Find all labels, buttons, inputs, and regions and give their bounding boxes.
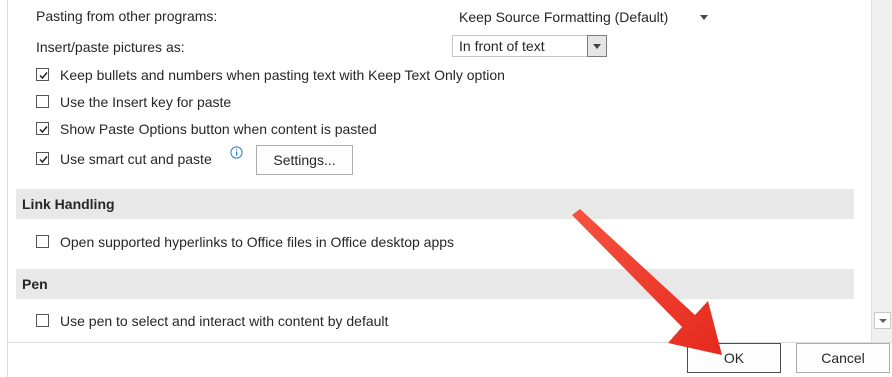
use-pen-checkbox[interactable]: [36, 314, 49, 327]
chevron-down-icon[interactable]: [694, 7, 714, 27]
pasting-from-label: Pasting from other programs:: [36, 8, 218, 24]
pasting-from-value: Keep Source Formatting (Default): [459, 9, 669, 25]
smart-cut-paste-label: Use smart cut and paste: [60, 151, 212, 167]
open-hyperlinks-label: Open supported hyperlinks to Office file…: [60, 234, 455, 250]
vertical-scrollbar[interactable]: [871, 0, 892, 342]
checkmark-icon: [39, 72, 48, 80]
use-pen-label: Use pen to select and interact with cont…: [60, 313, 389, 329]
checkmark-icon: [39, 126, 48, 134]
annotation-arrow-icon: [572, 209, 722, 355]
show-paste-options-checkbox[interactable]: [36, 122, 49, 135]
info-icon[interactable]: [230, 146, 243, 159]
settings-button[interactable]: Settings...: [256, 145, 353, 175]
insert-key-label: Use the Insert key for paste: [60, 94, 232, 110]
chevron-down-icon: [878, 318, 887, 323]
insert-key-checkbox[interactable]: [36, 95, 49, 108]
cancel-button[interactable]: Cancel: [796, 343, 890, 373]
scroll-down-button[interactable]: [874, 312, 891, 329]
chevron-down-icon[interactable]: [587, 35, 607, 57]
keep-bullets-checkbox[interactable]: [36, 68, 49, 81]
smart-cut-paste-checkbox[interactable]: [36, 152, 49, 165]
insert-pictures-label: Insert/paste pictures as:: [36, 39, 185, 55]
pasting-from-dropdown[interactable]: Keep Source Formatting (Default): [452, 6, 721, 28]
keep-bullets-label: Keep bullets and numbers when pasting te…: [60, 67, 505, 83]
show-paste-options-label: Show Paste Options button when content i…: [60, 121, 377, 137]
insert-pictures-dropdown[interactable]: In front of text: [452, 35, 607, 57]
open-hyperlinks-checkbox[interactable]: [36, 235, 49, 248]
checkmark-icon: [39, 156, 48, 164]
insert-pictures-value: In front of text: [459, 38, 545, 54]
left-border: [7, 0, 8, 377]
